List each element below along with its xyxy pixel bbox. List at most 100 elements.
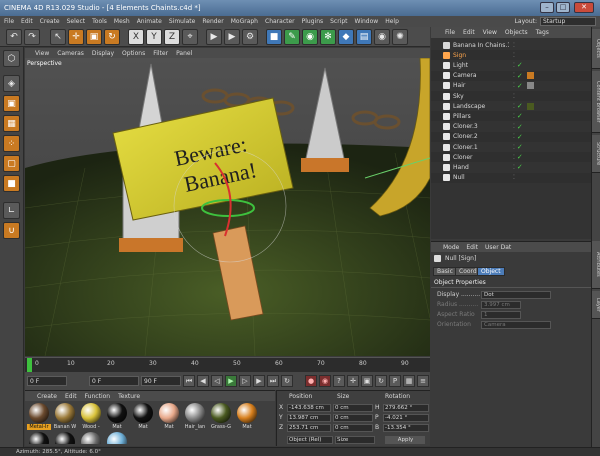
material-swatch[interactable]: Grass-G: [209, 403, 233, 431]
material-swatch[interactable]: Banan W: [53, 403, 77, 431]
visibility-dots-icon[interactable]: ⁚: [513, 154, 515, 161]
material-menu-edit[interactable]: Edit: [65, 393, 77, 400]
object-row[interactable]: Camera ⁚ ✓: [431, 70, 591, 81]
goto-start-icon[interactable]: ⏮: [183, 375, 195, 387]
menu-create[interactable]: Create: [40, 18, 60, 25]
viewport-menu-panel[interactable]: Panel: [176, 50, 192, 57]
axis-z-icon[interactable]: Z: [164, 28, 180, 45]
end-frame-field[interactable]: 90 F: [141, 376, 181, 386]
select-arrow-icon[interactable]: ↖: [50, 28, 66, 45]
tab-object[interactable]: Object: [477, 267, 505, 276]
perspective-viewport[interactable]: Beware: Banana! Perspective: [25, 58, 430, 356]
visibility-dots-icon[interactable]: ⁚: [513, 52, 515, 59]
current-frame-field[interactable]: 0 F: [89, 376, 139, 386]
make-editable-icon[interactable]: ⬡: [3, 50, 20, 67]
light-icon[interactable]: ✺: [392, 28, 408, 45]
menu-tools[interactable]: Tools: [92, 18, 107, 25]
om-menu-file[interactable]: File: [445, 29, 455, 36]
axis-x-icon[interactable]: X: [128, 28, 144, 45]
material-swatch[interactable]: Wood -: [79, 403, 103, 431]
coord-size-x[interactable]: 0 cm: [333, 403, 373, 412]
magnet-icon[interactable]: ∪: [3, 222, 20, 239]
material-swatch[interactable]: Hair_lan: [183, 403, 207, 431]
autokey-icon[interactable]: ◉: [319, 375, 331, 387]
object-row[interactable]: Hand ⁚ ✓: [431, 162, 591, 172]
object-mode-icon[interactable]: ▣: [3, 95, 20, 112]
menu-edit[interactable]: Edit: [21, 18, 33, 25]
enabled-check-icon[interactable]: ✓: [517, 123, 523, 131]
material-swatch[interactable]: Mat: [105, 403, 129, 431]
coord-pos-y[interactable]: 13.987 cm: [287, 413, 331, 422]
object-row[interactable]: Null ⁚: [431, 172, 591, 183]
edges-mode-icon[interactable]: ▢: [3, 155, 20, 172]
points-mode-icon[interactable]: ⁘: [3, 135, 20, 152]
polygons-mode-icon[interactable]: ■: [3, 175, 20, 192]
coord-size-y[interactable]: 0 cm: [333, 413, 373, 422]
loop-icon[interactable]: ↻: [281, 375, 293, 387]
cube-icon[interactable]: ■: [266, 28, 282, 45]
menu-file[interactable]: File: [4, 18, 14, 25]
timeline-cursor[interactable]: [27, 358, 32, 372]
object-tag-icon[interactable]: [526, 72, 534, 80]
menu-window[interactable]: Window: [355, 18, 379, 25]
menu-character[interactable]: Character: [265, 18, 295, 25]
material-swatch[interactable]: [53, 432, 77, 444]
menu-mograph[interactable]: MoGraph: [231, 18, 258, 25]
menu-script[interactable]: Script: [330, 18, 347, 25]
render-settings-icon[interactable]: ⚙: [242, 28, 258, 45]
material-swatch[interactable]: Metal-Ir: [27, 403, 51, 431]
nurbs-icon[interactable]: ◉: [302, 28, 318, 45]
close-button[interactable]: ✕: [574, 2, 594, 13]
attr-menu-edit[interactable]: Edit: [466, 244, 478, 251]
pla-key-icon[interactable]: ▦: [403, 375, 415, 387]
record-icon[interactable]: ●: [305, 375, 317, 387]
render-picture-icon[interactable]: ▶: [224, 28, 240, 45]
enabled-check-icon[interactable]: ✓: [517, 153, 523, 161]
enabled-check-icon[interactable]: ✓: [517, 133, 523, 141]
visibility-dots-icon[interactable]: ⁚: [513, 174, 515, 181]
vtab-layer[interactable]: Layer: [592, 291, 600, 319]
material-menu-function[interactable]: Function: [85, 393, 111, 400]
coord-size-z[interactable]: 0 cm: [333, 423, 373, 432]
axis-y-icon[interactable]: Y: [146, 28, 162, 45]
vtab-attributes[interactable]: Attributes: [592, 241, 600, 289]
coord-mode-select[interactable]: Object (Rel): [287, 435, 333, 444]
layout-select[interactable]: Startup: [540, 17, 596, 26]
coord-system-icon[interactable]: ⌖: [182, 28, 198, 45]
viewport-menu-display[interactable]: Display: [92, 50, 114, 57]
coord-size-select[interactable]: Size: [335, 435, 375, 444]
visibility-dots-icon[interactable]: ⁚: [513, 123, 515, 130]
visibility-dots-icon[interactable]: ⁚: [513, 42, 515, 49]
viewport-menu-cameras[interactable]: Cameras: [57, 50, 84, 57]
prev-key-icon[interactable]: ◀: [197, 375, 209, 387]
play-icon[interactable]: ▶: [225, 375, 237, 387]
coord-rot-p[interactable]: -4.021 °: [383, 413, 429, 422]
apply-button[interactable]: Apply: [385, 435, 425, 444]
enabled-check-icon[interactable]: ✓: [517, 61, 523, 69]
scale-tool-icon[interactable]: ▣: [86, 28, 102, 45]
keyframe-selection-icon[interactable]: ?: [333, 375, 345, 387]
maximize-button[interactable]: □: [556, 2, 570, 13]
array-icon[interactable]: ✻: [320, 28, 336, 45]
object-row[interactable]: Sign ⁚: [431, 50, 591, 61]
visibility-dots-icon[interactable]: ⁚: [513, 133, 515, 140]
object-row[interactable]: Cloner ⁚ ✓: [431, 152, 591, 163]
coord-pos-x[interactable]: -143.638 cm: [287, 403, 331, 412]
object-row[interactable]: Cloner.3 ⁚ ✓: [431, 122, 591, 132]
viewport-menu-view[interactable]: View: [35, 50, 49, 57]
viewport-menu-options[interactable]: Options: [122, 50, 145, 57]
timeline-menu-icon[interactable]: ≡: [417, 375, 429, 387]
object-row[interactable]: Sky ⁚: [431, 91, 591, 101]
vtab-content-browser[interactable]: Content Browser: [592, 71, 600, 133]
object-row[interactable]: Pillars ⁚ ✓: [431, 111, 591, 122]
tab-basic[interactable]: Basic: [433, 267, 457, 276]
aspect-ratio-field[interactable]: 1: [481, 310, 521, 319]
attr-menu-userdata[interactable]: User Dat: [485, 244, 511, 251]
enabled-check-icon[interactable]: ✓: [517, 82, 523, 90]
attr-menu-mode[interactable]: Mode: [443, 244, 459, 251]
enabled-check-icon[interactable]: ✓: [517, 163, 523, 171]
radius-field[interactable]: 3.997 cm: [481, 300, 521, 309]
visibility-dots-icon[interactable]: ⁚: [513, 103, 515, 110]
visibility-dots-icon[interactable]: ⁚: [513, 72, 515, 79]
enabled-check-icon[interactable]: ✓: [517, 143, 523, 151]
